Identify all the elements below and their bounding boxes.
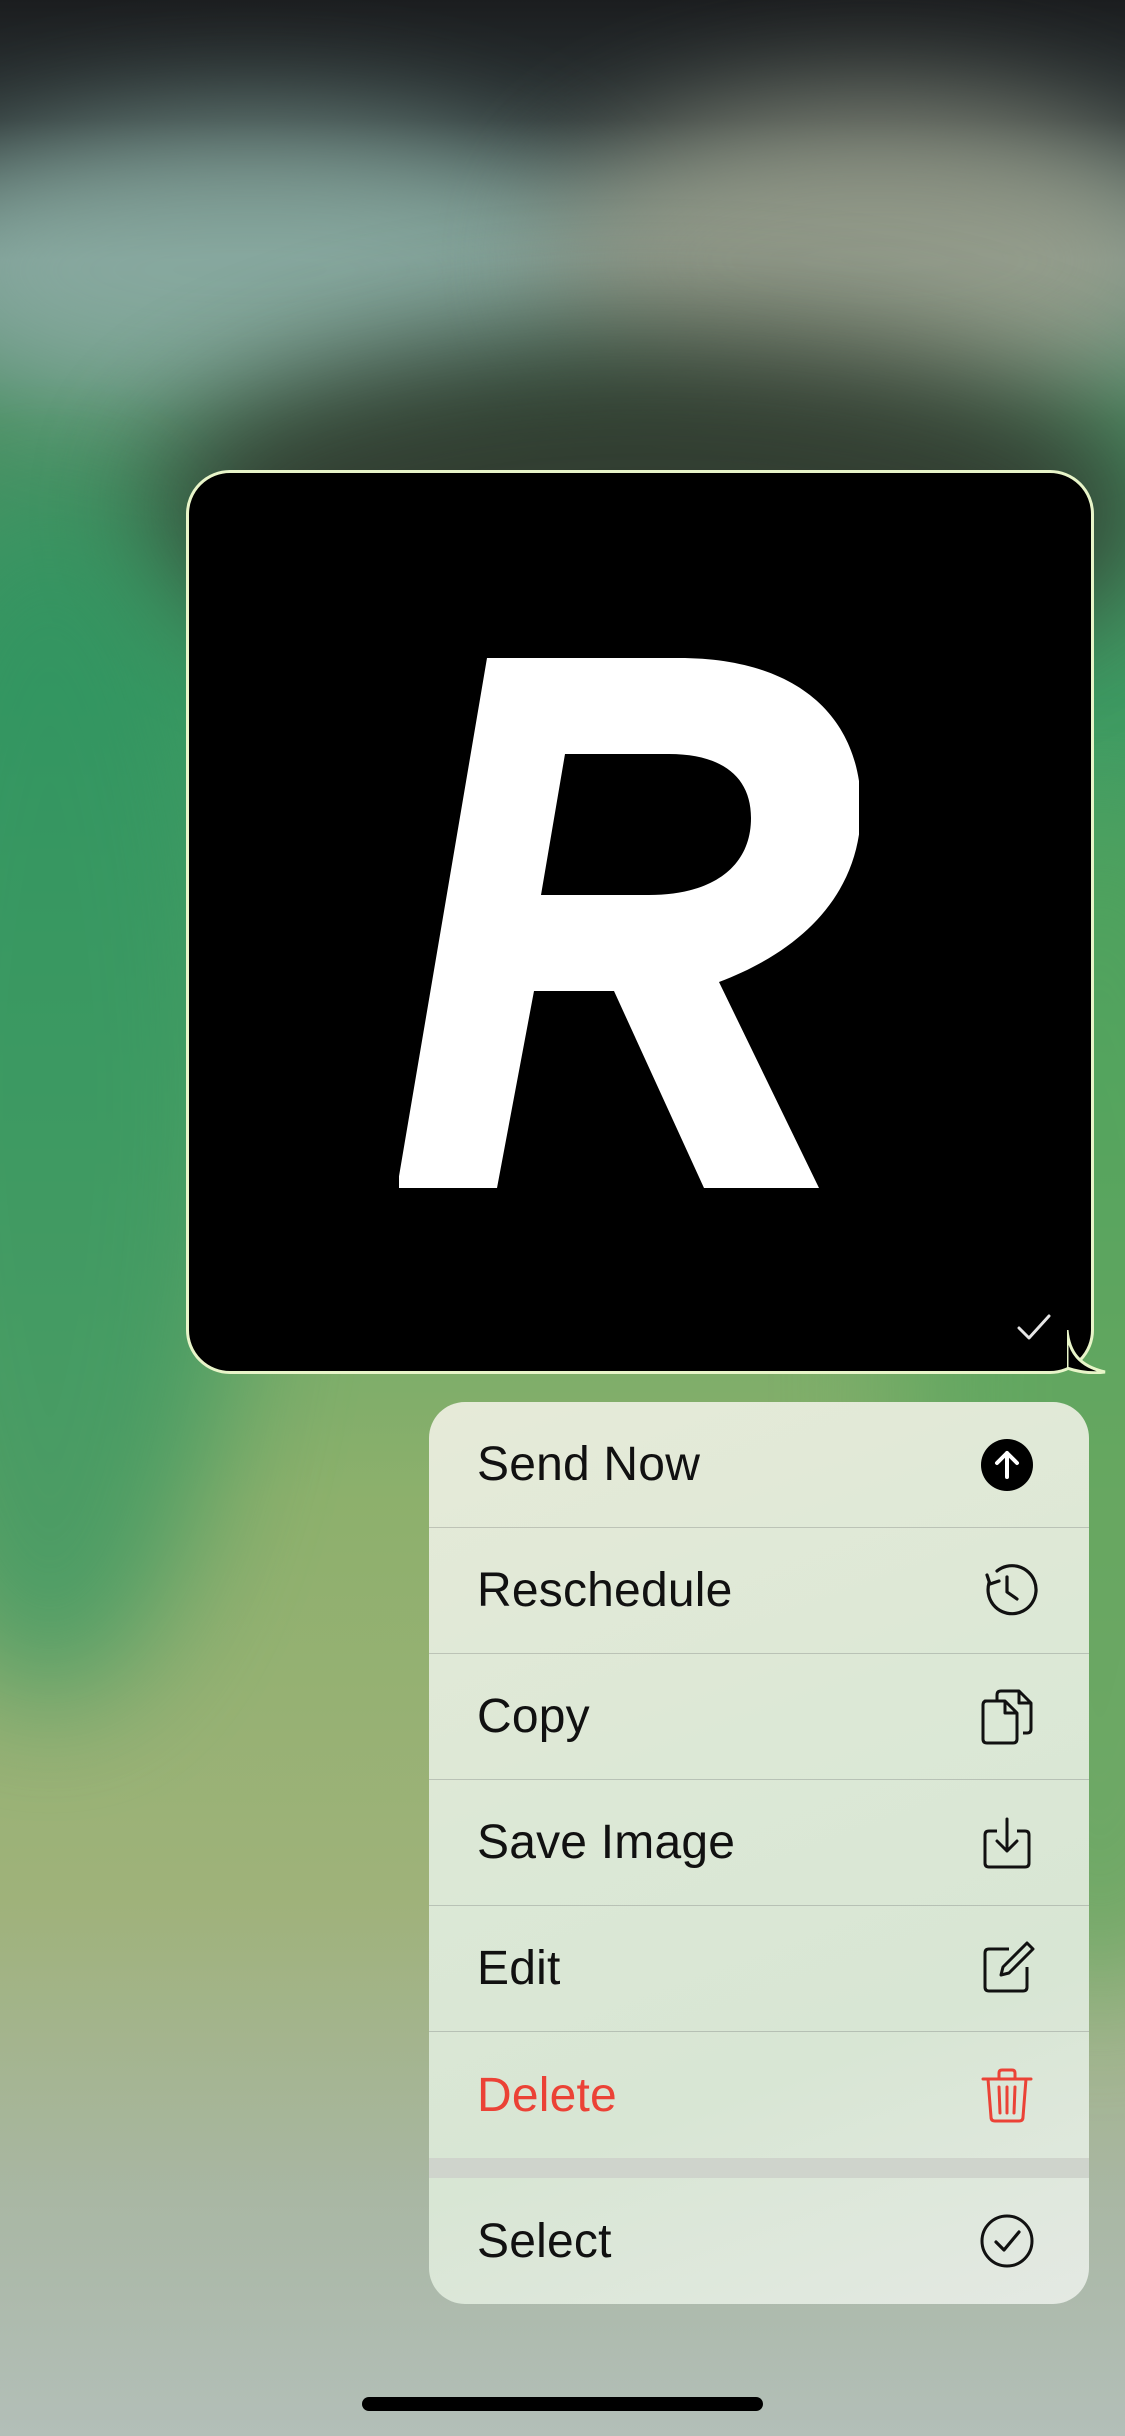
menu-item-send-now[interactable]: Send Now: [429, 1402, 1089, 1528]
trash-icon: [979, 2067, 1035, 2123]
menu-item-label: Reschedule: [477, 1564, 733, 1617]
checkmark-icon: [1017, 1314, 1051, 1340]
menu-item-save-image[interactable]: Save Image: [429, 1780, 1089, 1906]
menu-item-label: Save Image: [477, 1816, 736, 1869]
context-menu: Send Now Reschedule Copy Save Image Edit…: [429, 1402, 1089, 2304]
menu-item-label: Edit: [477, 1942, 561, 1995]
menu-item-edit[interactable]: Edit: [429, 1906, 1089, 2032]
copy-documents-icon: [979, 1689, 1035, 1745]
menu-group-separator: [429, 2158, 1089, 2178]
menu-item-label: Send Now: [477, 1438, 701, 1491]
letter-r-logo-image: [399, 658, 859, 1188]
tray-download-icon: [979, 1815, 1035, 1871]
home-indicator[interactable]: [362, 2397, 763, 2411]
menu-item-label: Copy: [477, 1690, 590, 1743]
menu-item-label: Delete: [477, 2068, 617, 2122]
square-pencil-icon: [979, 1941, 1035, 1997]
bubble-tail: [1067, 1330, 1106, 1374]
screen: Send Now Reschedule Copy Save Image Edit…: [0, 0, 1125, 2436]
menu-item-copy[interactable]: Copy: [429, 1654, 1089, 1780]
clock-arrow-icon: [979, 1563, 1038, 1619]
menu-item-reschedule[interactable]: Reschedule: [429, 1528, 1089, 1654]
menu-item-delete[interactable]: Delete: [429, 2032, 1089, 2158]
menu-item-label: Select: [477, 2214, 612, 2268]
image-message-bubble[interactable]: [186, 470, 1106, 1374]
arrow-up-circle-fill-icon: [979, 1437, 1035, 1493]
checkmark-circle-icon: [979, 2213, 1035, 2269]
menu-item-select[interactable]: Select: [429, 2178, 1089, 2304]
